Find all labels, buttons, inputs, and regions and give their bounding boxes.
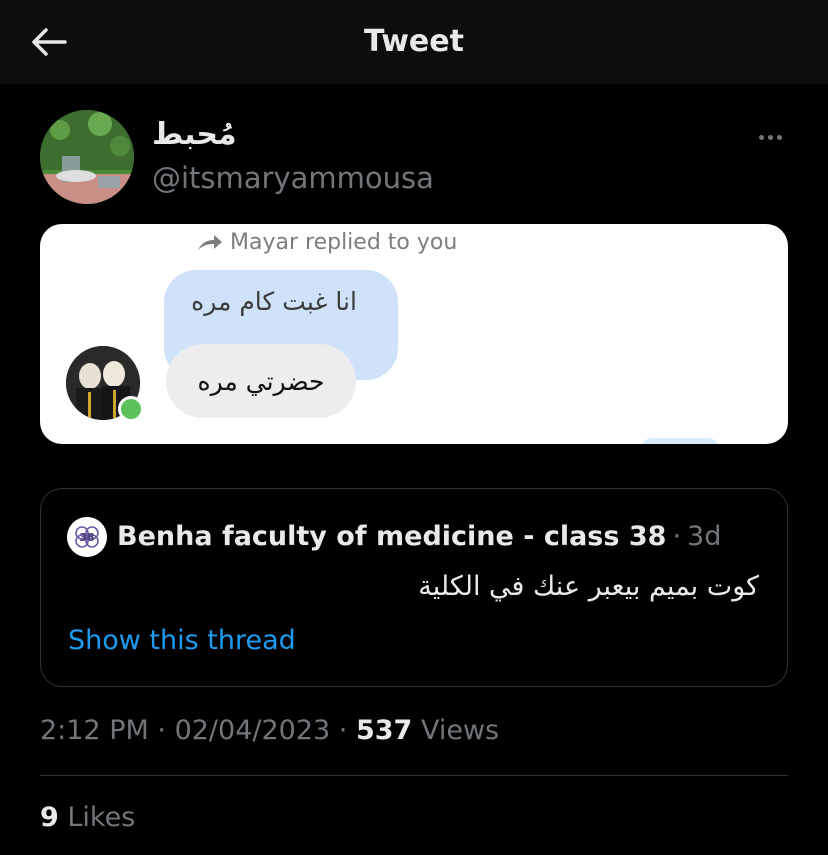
partial-message-bubble [642,438,718,444]
meta-separator: · [157,715,166,746]
user-handle[interactable]: @itsmaryammousa [152,158,434,198]
tweet-meta: 2:12 PM · 02/04/2023 · 537 Views [40,711,499,751]
tweet-date: 02/04/2023 [174,715,331,746]
quoted-tweet[interactable]: 38 Benha faculty of medicine - class 38 ·… [40,488,788,687]
more-horizontal-icon [767,134,773,140]
more-horizontal-icon [776,134,782,140]
more-options-button[interactable] [748,122,792,152]
message-blue-text: انا غبت كام مره [191,287,357,316]
likes-label: Likes [67,802,136,833]
quote-author-name: Benha faculty of medicine - class 38 [117,521,667,552]
quote-timestamp: 3d [687,521,722,552]
more-horizontal-icon [758,134,764,140]
quote-text: كوت بميم بيعبر عنك في الكلية [418,571,759,602]
views-label: Views [420,715,500,746]
display-name[interactable]: مُحبط [152,115,237,155]
views-count: 537 [355,715,413,746]
divider [40,775,788,776]
online-status-dot [118,396,144,422]
replied-label: Mayar replied to you [196,228,457,258]
logo-text: 38 [79,531,94,544]
class-38-logo: 38 [67,517,107,557]
replied-text: Mayar replied to you [230,230,458,255]
tweet-page: Tweet مُحبط @itsmaryammousa Mayar replie… [0,0,828,855]
quote-separator: · [672,521,682,552]
show-thread-link[interactable]: Show this thread [68,621,296,661]
page-title: Tweet [364,24,464,59]
avatar[interactable] [40,110,134,204]
quote-avatar: 38 [67,517,107,557]
likes-link[interactable]: 9 Likes [40,798,135,838]
meta-separator: · [338,715,348,746]
likes-count: 9 [40,802,59,833]
quote-header: Benha faculty of medicine - class 38 · 3d [117,517,721,557]
message-gray-text: حضرتي مره [197,367,325,396]
avatar-image [40,110,134,204]
tweet-time: 2:12 PM [40,715,149,746]
tweet-media-image[interactable]: Mayar replied to you انا غبت كام مره حضر… [40,224,788,444]
reply-arrow-icon [198,235,222,250]
top-bar: Tweet [0,0,828,84]
